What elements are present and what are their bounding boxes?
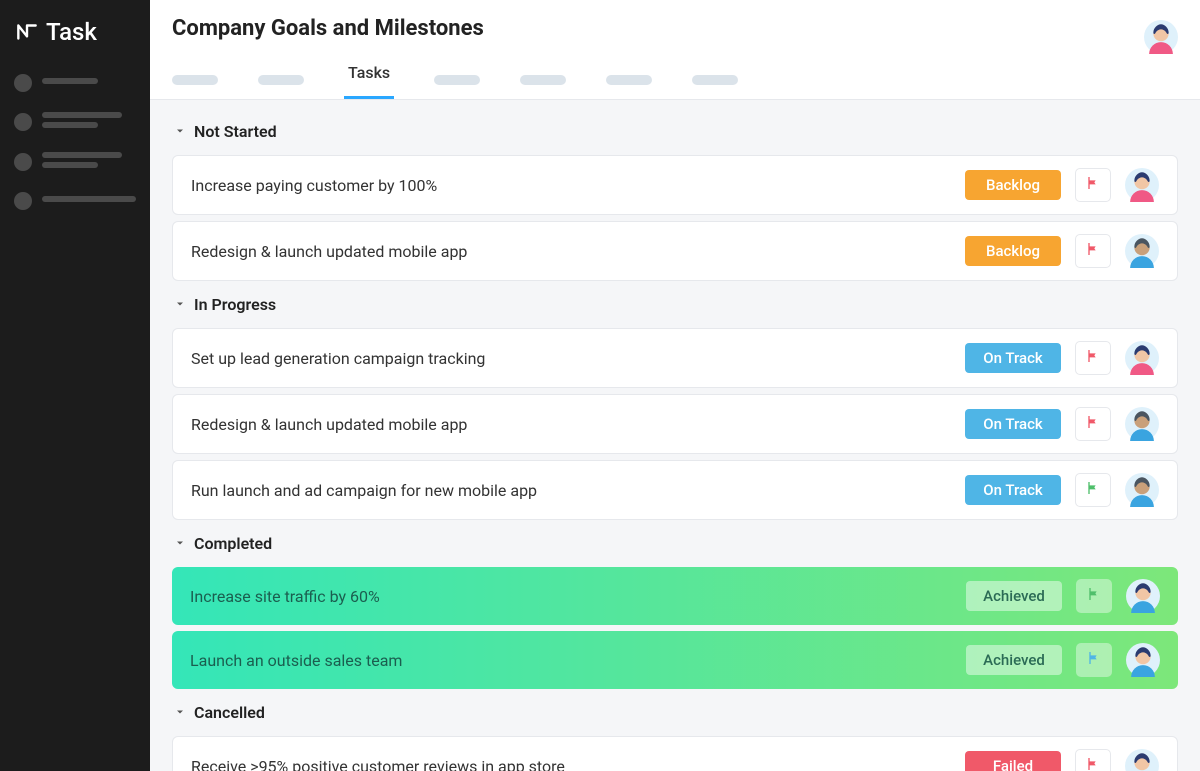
flag-icon bbox=[1085, 348, 1101, 368]
task-title: Set up lead generation campaign tracking bbox=[191, 349, 951, 368]
flag-icon bbox=[1086, 586, 1102, 606]
nav-dot-icon bbox=[14, 113, 32, 131]
task-title: Receive >95% positive customer reviews i… bbox=[191, 757, 951, 771]
task-row[interactable]: Increase site traffic by 60% Achieved bbox=[172, 567, 1178, 625]
flag-icon bbox=[1085, 756, 1101, 771]
nav-item-placeholder[interactable] bbox=[0, 142, 150, 182]
task-title: Redesign & launch updated mobile app bbox=[191, 242, 951, 261]
priority-flag[interactable] bbox=[1075, 341, 1111, 375]
status-badge[interactable]: On Track bbox=[965, 343, 1061, 373]
tab-placeholder[interactable] bbox=[606, 75, 652, 85]
task-title: Increase site traffic by 60% bbox=[190, 587, 952, 606]
tab-placeholder[interactable] bbox=[258, 75, 304, 85]
section-header[interactable]: Not Started bbox=[172, 114, 1178, 149]
priority-flag[interactable] bbox=[1076, 579, 1112, 613]
flag-icon bbox=[1085, 414, 1101, 434]
flag-icon bbox=[1085, 175, 1101, 195]
priority-flag[interactable] bbox=[1075, 168, 1111, 202]
section-title: Not Started bbox=[194, 122, 277, 141]
status-badge[interactable]: On Track bbox=[965, 475, 1061, 505]
task-title: Run launch and ad campaign for new mobil… bbox=[191, 481, 951, 500]
assignee-avatar[interactable] bbox=[1125, 749, 1159, 771]
task-row[interactable]: Increase paying customer by 100% Backlog bbox=[172, 155, 1178, 215]
priority-flag[interactable] bbox=[1075, 473, 1111, 507]
task-row[interactable]: Receive >95% positive customer reviews i… bbox=[172, 736, 1178, 771]
tab-placeholder[interactable] bbox=[692, 75, 738, 85]
assignee-avatar[interactable] bbox=[1125, 473, 1159, 507]
flag-icon bbox=[1086, 650, 1102, 670]
status-badge[interactable]: Achieved bbox=[966, 645, 1062, 675]
task-title: Increase paying customer by 100% bbox=[191, 176, 951, 195]
task-title: Launch an outside sales team bbox=[190, 651, 952, 670]
task-row[interactable]: Redesign & launch updated mobile app On … bbox=[172, 394, 1178, 454]
task-title: Redesign & launch updated mobile app bbox=[191, 415, 951, 434]
task-list: Not Started Increase paying customer by … bbox=[150, 100, 1200, 771]
nav-item-placeholder[interactable] bbox=[0, 102, 150, 142]
caret-down-icon bbox=[174, 703, 186, 722]
status-badge[interactable]: Backlog bbox=[965, 236, 1061, 266]
assignee-avatar[interactable] bbox=[1125, 234, 1159, 268]
section-title: Completed bbox=[194, 534, 272, 553]
nav-item-placeholder[interactable] bbox=[0, 64, 150, 102]
task-row[interactable]: Redesign & launch updated mobile app Bac… bbox=[172, 221, 1178, 281]
section-header[interactable]: In Progress bbox=[172, 287, 1178, 322]
priority-flag[interactable] bbox=[1076, 643, 1112, 677]
tab-tasks[interactable]: Tasks bbox=[344, 63, 394, 99]
flag-icon bbox=[1085, 241, 1101, 261]
nav-item-placeholder[interactable] bbox=[0, 182, 150, 220]
status-badge[interactable]: On Track bbox=[965, 409, 1061, 439]
task-row[interactable]: Run launch and ad campaign for new mobil… bbox=[172, 460, 1178, 520]
tab-placeholder[interactable] bbox=[520, 75, 566, 85]
task-row[interactable]: Launch an outside sales team Achieved bbox=[172, 631, 1178, 689]
assignee-avatar[interactable] bbox=[1125, 341, 1159, 375]
main: Company Goals and Milestones Tasks Not S… bbox=[150, 0, 1200, 771]
nav-dot-icon bbox=[14, 74, 32, 92]
nav-dot-icon bbox=[14, 153, 32, 171]
caret-down-icon bbox=[174, 122, 186, 141]
app-logo[interactable]: Task bbox=[0, 8, 150, 64]
assignee-avatar[interactable] bbox=[1125, 168, 1159, 202]
assignee-avatar[interactable] bbox=[1125, 407, 1159, 441]
status-badge[interactable]: Backlog bbox=[965, 170, 1061, 200]
nav-dot-icon bbox=[14, 192, 32, 210]
task-row[interactable]: Set up lead generation campaign tracking… bbox=[172, 328, 1178, 388]
current-user-avatar[interactable] bbox=[1144, 20, 1178, 54]
section-title: In Progress bbox=[194, 295, 276, 314]
assignee-avatar[interactable] bbox=[1126, 579, 1160, 613]
page-title: Company Goals and Milestones bbox=[172, 16, 1144, 41]
sidebar: Task bbox=[0, 0, 150, 771]
header: Company Goals and Milestones Tasks bbox=[150, 0, 1200, 100]
priority-flag[interactable] bbox=[1075, 234, 1111, 268]
section-header[interactable]: Completed bbox=[172, 526, 1178, 561]
section-title: Cancelled bbox=[194, 703, 265, 722]
tab-placeholder[interactable] bbox=[434, 75, 480, 85]
caret-down-icon bbox=[174, 534, 186, 553]
assignee-avatar[interactable] bbox=[1126, 643, 1160, 677]
tabs: Tasks bbox=[172, 59, 1144, 99]
caret-down-icon bbox=[174, 295, 186, 314]
priority-flag[interactable] bbox=[1075, 749, 1111, 771]
priority-flag[interactable] bbox=[1075, 407, 1111, 441]
tab-placeholder[interactable] bbox=[172, 75, 218, 85]
logo-icon bbox=[14, 19, 40, 45]
section-header[interactable]: Cancelled bbox=[172, 695, 1178, 730]
flag-icon bbox=[1085, 480, 1101, 500]
status-badge[interactable]: Failed bbox=[965, 751, 1061, 771]
app-name: Task bbox=[46, 18, 97, 46]
status-badge[interactable]: Achieved bbox=[966, 581, 1062, 611]
